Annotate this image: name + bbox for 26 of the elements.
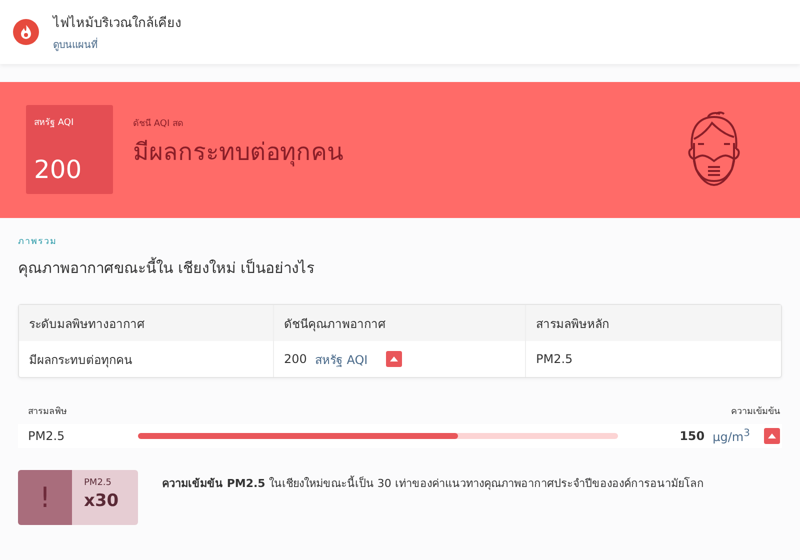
column-label: ความเข้มข้น bbox=[731, 406, 780, 418]
alert-text: ความเข้มข้น PM2.5 ในเชียงใหม่ขณะนี้เป็น 30 เท่าของค่าแนวทางคุณภาพอากาศประจำปีขององค์การอนามัยโลก bbox=[162, 474, 704, 492]
column-header: ระดับมลพิษทางอากาศ bbox=[28, 316, 146, 332]
section-label: ภาพรวม bbox=[18, 236, 58, 248]
column-header: สารมลพิษหลัก bbox=[525, 305, 781, 341]
aqi-number: 200 bbox=[284, 352, 307, 366]
pollutant-name: PM2.5 bbox=[28, 429, 66, 443]
exclamation-mark: ! bbox=[18, 470, 72, 525]
concentration-unit: µg/m$^{3}$ bbox=[712, 428, 750, 444]
aqi-status: มีผลกระทบต่อทุกคน bbox=[133, 137, 344, 168]
aqi-caption: ดัชนี AQI สด bbox=[133, 118, 184, 130]
notice-title: ไฟไหม้บริเวณใกล้เคียง bbox=[53, 14, 181, 33]
map-link[interactable]: ดูบนแผนที่ bbox=[53, 37, 98, 52]
table-cell: PM2.5 bbox=[525, 341, 781, 377]
table-cell-text: มีผลกระทบต่อทุกคน bbox=[28, 352, 133, 370]
aqi-unit: สหรัฐ AQI bbox=[314, 352, 368, 368]
multiple-value: x30 bbox=[84, 491, 119, 511]
pollutant-label: PM2.5 bbox=[84, 478, 113, 488]
flame-icon bbox=[13, 19, 39, 45]
section-heading: คุณภาพอากาศขณะนี้ใน เชียงใหม่ เป็นอย่างไร bbox=[18, 256, 316, 280]
column-header: ดัชนีคุณภาพอากาศ bbox=[273, 305, 525, 341]
column-label: สารมลพิษ bbox=[28, 406, 67, 418]
arrow-up-icon bbox=[386, 351, 402, 367]
aqi-label: สหรัฐ AQI bbox=[34, 117, 75, 129]
concentration-value: 150 bbox=[680, 429, 705, 443]
aqi-value: 200 bbox=[34, 155, 83, 184]
